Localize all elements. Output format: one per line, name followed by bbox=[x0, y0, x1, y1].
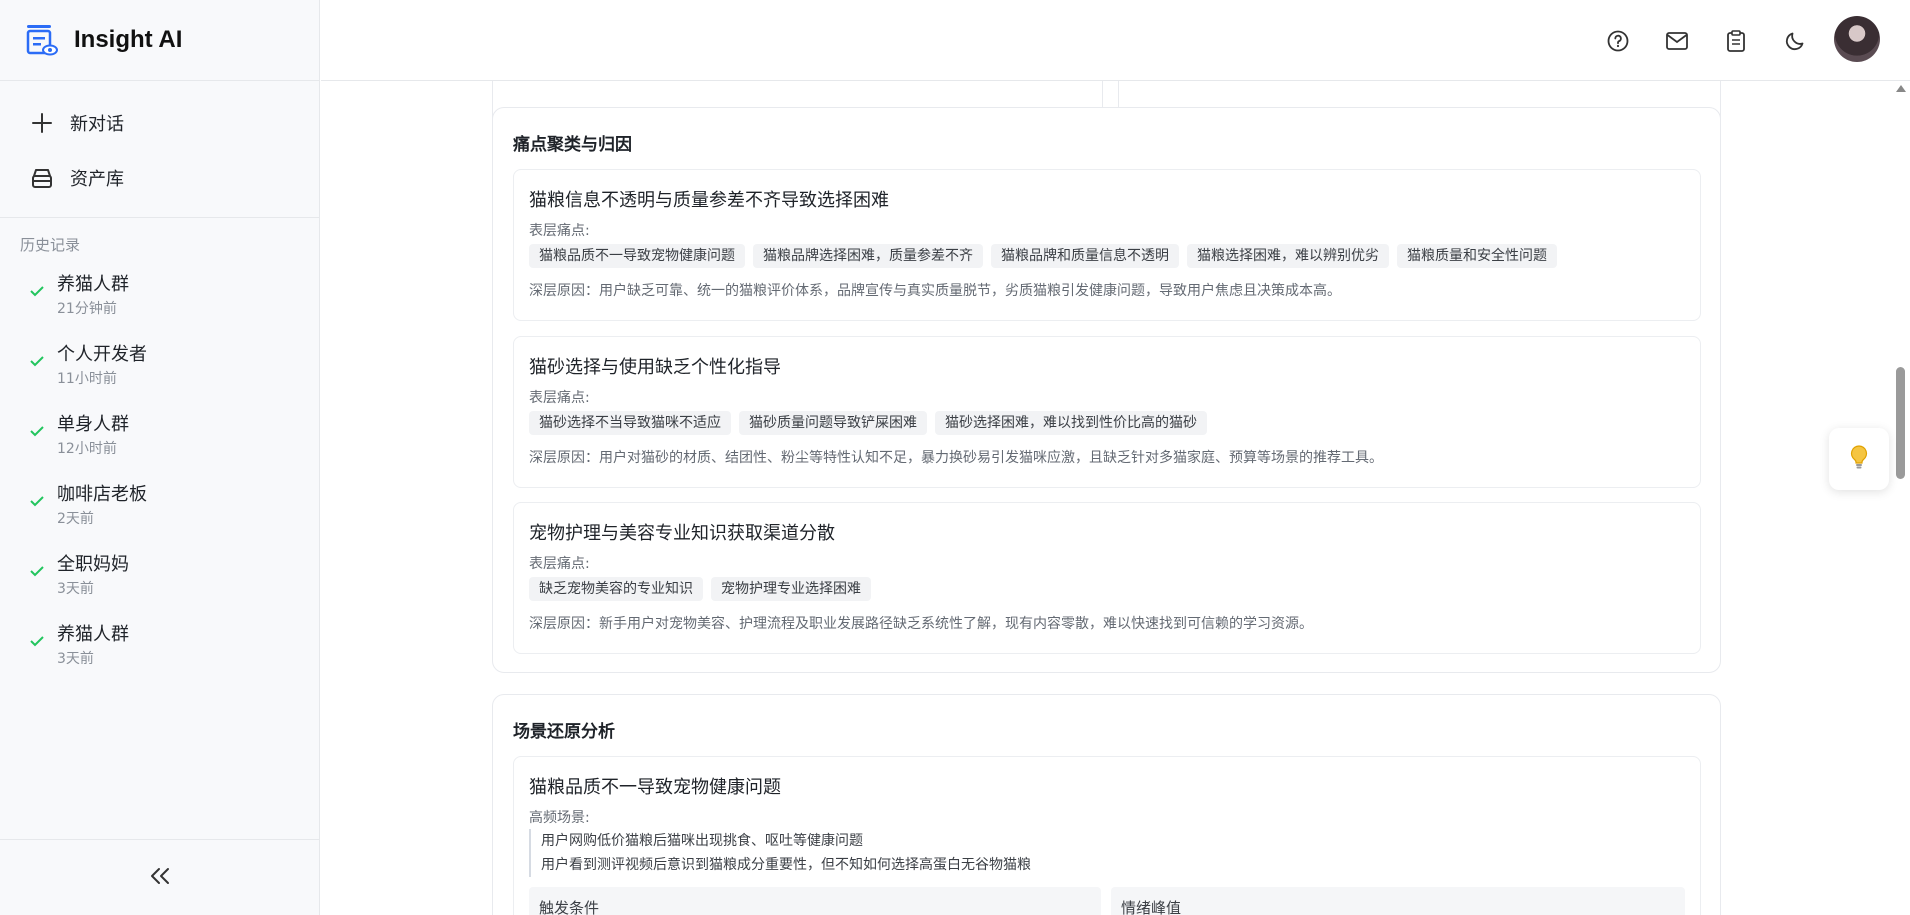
new-chat-label: 新对话 bbox=[70, 113, 124, 135]
tips-button[interactable] bbox=[1829, 428, 1889, 490]
history-item-name: 个人开发者 bbox=[57, 344, 147, 365]
history-item-time: 2天前 bbox=[57, 511, 94, 527]
section-title: 痛点聚类与归因 bbox=[513, 135, 632, 155]
history-item-name: 全职妈妈 bbox=[57, 554, 129, 575]
pain-tags: 缺乏宠物美容的专业知识 宠物护理专业选择困难 bbox=[529, 577, 871, 601]
scene-analysis-section: 场景还原分析 猫粮品质不一导致宠物健康问题 高频场景: 用户网购低价猫粮后猫咪出… bbox=[492, 694, 1721, 915]
check-icon bbox=[30, 492, 46, 511]
history-item-time: 3天前 bbox=[57, 581, 94, 597]
pain-tag: 猫砂选择不当导致猫咪不适应 bbox=[529, 411, 731, 435]
deep-reason: 深层原因：用户对猫砂的材质、结团性、粉尘等特性认知不足，暴力换砂易引发猫咪应激，… bbox=[529, 450, 1383, 466]
history-item[interactable]: 单身人群 12小时前 bbox=[0, 402, 319, 472]
pain-tags: 猫砂选择不当导致猫咪不适应 猫砂质量问题导致铲屎困难 猫砂选择困难，难以找到性价… bbox=[529, 411, 1207, 435]
archive-icon bbox=[30, 166, 54, 190]
check-icon bbox=[30, 282, 46, 301]
asset-library-button[interactable]: 资产库 bbox=[0, 150, 319, 205]
trigger-box: 触发条件 bbox=[529, 887, 1101, 915]
deep-reason: 深层原因：用户缺乏可靠、统一的猫粮评价体系，品牌宣传与真实质量脱节，劣质猫粮引发… bbox=[529, 283, 1341, 299]
pain-cluster-card: 宠物护理与美容专业知识获取渠道分散 表层痛点: 缺乏宠物美容的专业知识 宠物护理… bbox=[513, 502, 1701, 654]
history-item-time: 11小时前 bbox=[57, 371, 117, 387]
pain-tag: 猫粮选择困难，难以辨别优劣 bbox=[1187, 244, 1389, 268]
history-item[interactable]: 养猫人群 3天前 bbox=[0, 612, 319, 682]
history-item-name: 养猫人群 bbox=[57, 624, 129, 645]
surface-pain-label: 表层痛点: bbox=[529, 390, 590, 406]
asset-library-label: 资产库 bbox=[70, 168, 124, 190]
brand[interactable]: Insight AI bbox=[0, 0, 319, 81]
surface-pain-label: 表层痛点: bbox=[529, 556, 590, 572]
history-list: 养猫人群 21分钟前 个人开发者 11小时前 单身人群 12小时前 咖啡店老板 2天前 … bbox=[0, 262, 319, 682]
scroll-up-arrow-icon[interactable] bbox=[1896, 85, 1906, 92]
scroll-thumb[interactable] bbox=[1896, 367, 1905, 479]
check-icon bbox=[30, 352, 46, 371]
sidebar-nav: 新对话 资产库 bbox=[0, 81, 319, 218]
pain-tag: 猫砂选择困难，难以找到性价比高的猫砂 bbox=[935, 411, 1207, 435]
frequent-scene-label: 高频场景: bbox=[529, 810, 590, 826]
lightbulb-icon bbox=[1848, 444, 1870, 474]
history-item[interactable]: 全职妈妈 3天前 bbox=[0, 542, 319, 612]
history-title: 历史记录 bbox=[20, 236, 81, 254]
check-icon bbox=[30, 562, 46, 581]
pain-tags: 猫粮品质不一导致宠物健康问题 猫粮品牌选择困难，质量参差不齐 猫粮品牌和质量信息… bbox=[529, 244, 1557, 268]
pain-tag: 猫粮品牌选择困难，质量参差不齐 bbox=[753, 244, 983, 268]
insight-logo-icon bbox=[26, 23, 58, 57]
pain-tag: 宠物护理专业选择困难 bbox=[711, 577, 871, 601]
moon-icon[interactable] bbox=[1780, 26, 1810, 56]
cluster-title: 猫粮信息不透明与质量参差不齐导致选择困难 bbox=[529, 190, 889, 211]
surface-pain-label: 表层痛点: bbox=[529, 223, 590, 239]
section-title: 场景还原分析 bbox=[513, 722, 615, 742]
pain-tag: 缺乏宠物美容的专业知识 bbox=[529, 577, 703, 601]
cluster-title: 宠物护理与美容专业知识获取渠道分散 bbox=[529, 523, 835, 544]
avatar[interactable] bbox=[1834, 16, 1880, 62]
history-item[interactable]: 养猫人群 21分钟前 bbox=[0, 262, 319, 332]
sidebar-footer bbox=[0, 839, 319, 915]
scene-line: 用户看到测评视频后意识到猫粮成分重要性，但不知如何选择高蛋白无谷物猫粮 bbox=[541, 857, 1031, 873]
history-item-name: 咖啡店老板 bbox=[57, 484, 147, 505]
scene-quote: 用户网购低价猫粮后猫咪出现挑食、呕吐等健康问题 用户看到测评视频后意识到猫粮成分… bbox=[529, 829, 1031, 877]
main-content: 痛点聚类与归因 猫粮信息不透明与质量参差不齐导致选择困难 表层痛点: 猫粮品质不… bbox=[321, 81, 1892, 915]
check-icon bbox=[30, 422, 46, 441]
history-item[interactable]: 个人开发者 11小时前 bbox=[0, 332, 319, 402]
pain-tag: 猫粮品牌和质量信息不透明 bbox=[991, 244, 1179, 268]
check-icon bbox=[30, 632, 46, 651]
history-item-name: 养猫人群 bbox=[57, 274, 129, 295]
scene-title: 猫粮品质不一导致宠物健康问题 bbox=[529, 777, 781, 798]
history-item-time: 21分钟前 bbox=[57, 301, 117, 317]
plus-icon bbox=[30, 111, 54, 135]
pain-cluster-card: 猫砂选择与使用缺乏个性化指导 表层痛点: 猫砂选择不当导致猫咪不适应 猫砂质量问… bbox=[513, 336, 1701, 488]
pain-tag: 猫粮质量和安全性问题 bbox=[1397, 244, 1557, 268]
history-item-time: 3天前 bbox=[57, 651, 94, 667]
scrollbar[interactable] bbox=[1892, 81, 1910, 915]
history-item-name: 单身人群 bbox=[57, 414, 129, 435]
history-item[interactable]: 咖啡店老板 2天前 bbox=[0, 472, 319, 542]
emotion-label: 情绪峰值 bbox=[1121, 899, 1182, 915]
pain-tag: 猫砂质量问题导致铲屎困难 bbox=[739, 411, 927, 435]
scene-line: 用户网购低价猫粮后猫咪出现挑食、呕吐等健康问题 bbox=[541, 833, 863, 849]
collapse-sidebar-icon[interactable] bbox=[148, 866, 172, 890]
new-chat-button[interactable]: 新对话 bbox=[0, 95, 319, 150]
scene-card: 猫粮品质不一导致宠物健康问题 高频场景: 用户网购低价猫粮后猫咪出现挑食、呕吐等… bbox=[513, 756, 1701, 915]
app-name: Insight AI bbox=[74, 26, 183, 53]
emotion-box: 情绪峰值 bbox=[1111, 887, 1685, 915]
help-icon[interactable] bbox=[1603, 26, 1633, 56]
sidebar: Insight AI 新对话 资产库 历史记录 养猫人群 21分钟前 个人开发者 1… bbox=[0, 0, 320, 915]
history-item-time: 12小时前 bbox=[57, 441, 117, 457]
top-header bbox=[321, 0, 1910, 81]
pain-tag: 猫粮品质不一导致宠物健康问题 bbox=[529, 244, 745, 268]
cluster-title: 猫砂选择与使用缺乏个性化指导 bbox=[529, 357, 781, 378]
pain-cluster-section: 痛点聚类与归因 猫粮信息不透明与质量参差不齐导致选择困难 表层痛点: 猫粮品质不… bbox=[492, 107, 1721, 673]
clipboard-icon[interactable] bbox=[1721, 26, 1751, 56]
deep-reason: 深层原因：新手用户对宠物美容、护理流程及职业发展路径缺乏系统性了解，现有内容零散… bbox=[529, 616, 1313, 632]
trigger-label: 触发条件 bbox=[539, 899, 600, 915]
pain-cluster-card: 猫粮信息不透明与质量参差不齐导致选择困难 表层痛点: 猫粮品质不一导致宠物健康问… bbox=[513, 169, 1701, 321]
mail-icon[interactable] bbox=[1662, 26, 1692, 56]
